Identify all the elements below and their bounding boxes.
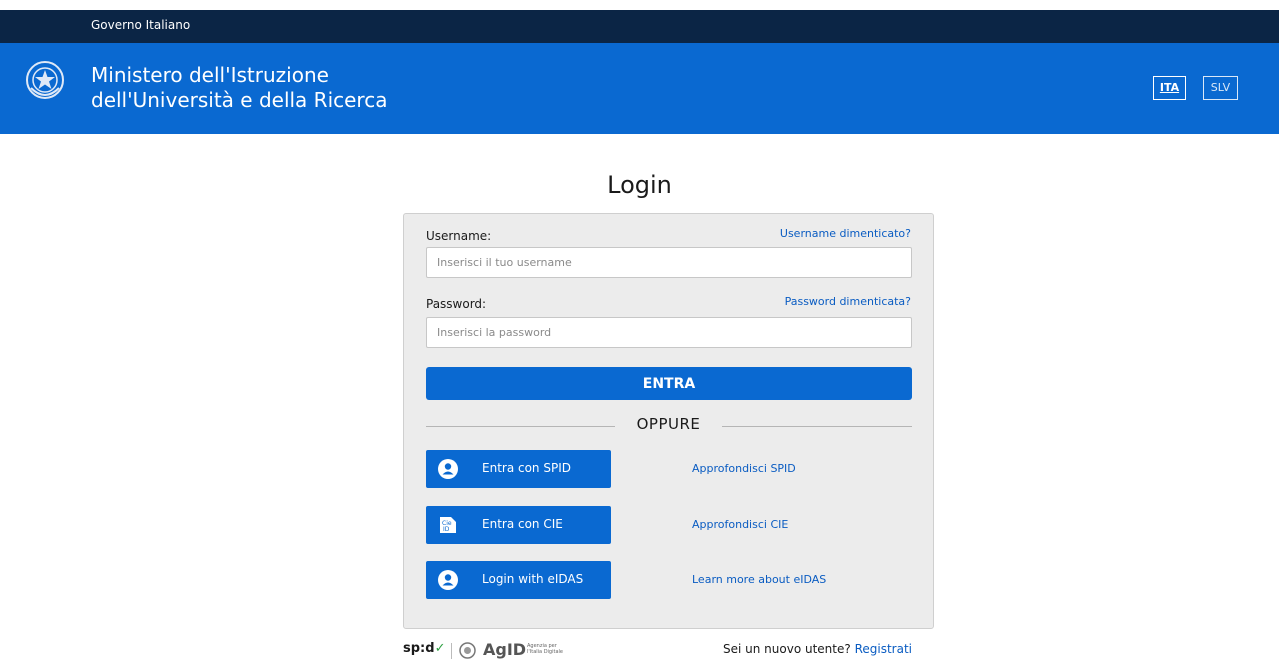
spid-login-button[interactable]: Entra con SPID — [426, 450, 611, 488]
eidas-login-button[interactable]: Login with eIDAS — [426, 561, 611, 599]
ministry-title-line2: dell'Università e della Ricerca — [91, 88, 388, 112]
agid-emblem-icon — [459, 642, 476, 659]
spid-logo: sp:d✓ — [403, 641, 446, 656]
divider-left — [426, 426, 615, 427]
ministry-title-line1: Ministero dell'Istruzione — [91, 63, 329, 87]
register-prompt-text: Sei un nuovo utente? — [723, 642, 851, 656]
cie-card-icon: Cie ID — [440, 517, 456, 533]
government-bar: Governo Italiano — [0, 10, 1279, 43]
site-header: Ministero dell'Istruzione dell'Universit… — [0, 43, 1279, 134]
spid-login-label: Entra con SPID — [482, 461, 571, 475]
agid-subtitle: Agenzia per l'Italia Digitale — [527, 643, 563, 655]
login-panel: Username: Username dimenticato? Password… — [403, 213, 934, 629]
republic-emblem-icon — [26, 61, 64, 99]
password-input[interactable] — [426, 317, 912, 348]
logo-separator — [451, 643, 452, 659]
cie-login-label: Entra con CIE — [482, 517, 563, 531]
cie-learn-more-link[interactable]: Approfondisci CIE — [692, 518, 788, 531]
language-slv-button[interactable]: SLV — [1203, 76, 1238, 100]
svg-text:ID: ID — [443, 526, 450, 533]
divider-right — [722, 426, 912, 427]
password-label: Password: — [426, 297, 487, 311]
entra-button[interactable]: ENTRA — [426, 367, 912, 400]
governo-italiano-link[interactable]: Governo Italiano — [91, 18, 190, 32]
top-strip — [0, 0, 1279, 10]
check-icon: ✓ — [434, 641, 446, 656]
username-label: Username: — [426, 229, 492, 243]
register-prompt: Sei un nuovo utente? Registrati — [723, 642, 912, 656]
username-input[interactable] — [426, 247, 912, 278]
page-title: Login — [607, 171, 672, 199]
spid-learn-more-link[interactable]: Approfondisci SPID — [692, 462, 796, 475]
ministry-title[interactable]: Ministero dell'Istruzione dell'Universit… — [91, 63, 387, 113]
user-circle-icon — [438, 459, 458, 479]
eidas-learn-more-link[interactable]: Learn more about eIDAS — [692, 573, 826, 586]
password-forgot-link[interactable]: Password dimenticata? — [785, 295, 911, 308]
user-circle-icon — [438, 570, 458, 590]
oppure-divider-label: OPPURE — [636, 415, 701, 433]
language-ita-button[interactable]: ITA — [1153, 76, 1186, 100]
cie-login-button[interactable]: Cie ID Entra con CIE — [426, 506, 611, 544]
username-forgot-link[interactable]: Username dimenticato? — [780, 227, 911, 240]
agid-logo: AgID — [483, 640, 527, 659]
register-link[interactable]: Registrati — [855, 642, 912, 656]
eidas-login-label: Login with eIDAS — [482, 572, 584, 586]
